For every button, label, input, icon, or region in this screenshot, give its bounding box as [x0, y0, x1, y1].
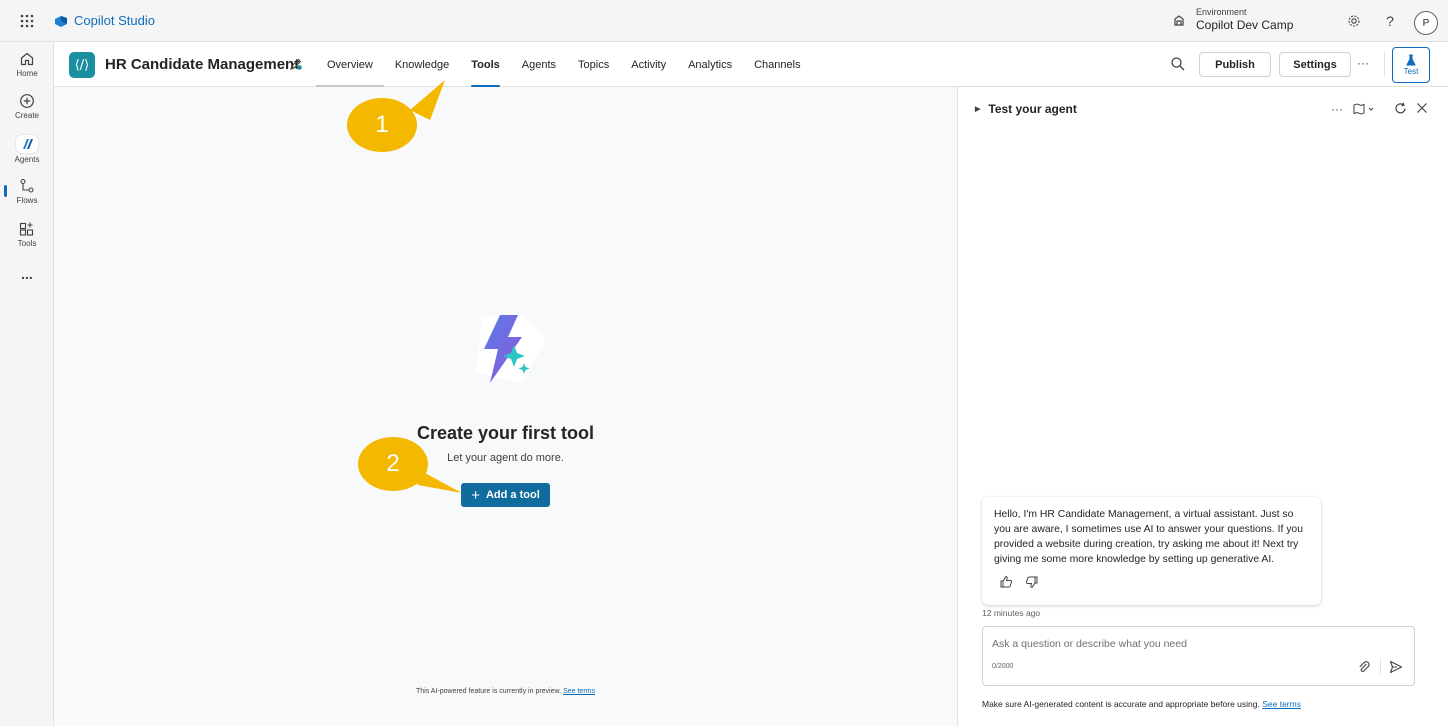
agent-tabs: Overview Knowledge Tools Agents Topics A… [316, 42, 812, 87]
search-icon[interactable] [1170, 56, 1186, 72]
settings-gear-icon[interactable] [1345, 12, 1363, 30]
callout-2: 2 [358, 437, 428, 491]
test-flask-icon [1406, 54, 1416, 66]
disclaimer-see-terms-link[interactable]: See terms [1262, 699, 1301, 709]
lightning-sparkle-icon [476, 315, 546, 383]
tab-analytics[interactable]: Analytics [677, 42, 743, 87]
more-options-button[interactable]: ··· [1357, 56, 1369, 70]
tab-overview[interactable]: Overview [316, 42, 384, 87]
help-icon[interactable]: ? [1381, 12, 1399, 30]
empty-state-subtitle: Let your agent do more. [447, 452, 564, 464]
app-launcher-icon[interactable] [0, 0, 54, 42]
rail-label-home: Home [16, 68, 38, 78]
test-agent-panel: ▶ Test your agent ··· Hello, I'm HR Cand… [957, 87, 1448, 726]
top-app-bar: Copilot Studio Environment Copilot Dev C… [0, 0, 1448, 42]
app-name: Copilot Studio [74, 13, 155, 28]
left-nav-rail: Home Create Agents Flows Tools ... [0, 42, 54, 726]
plus-circle-icon [20, 93, 34, 108]
composer-divider [1380, 659, 1381, 675]
publish-button[interactable]: Publish [1199, 52, 1271, 77]
avatar[interactable]: P [1414, 11, 1438, 35]
rail-item-home[interactable]: Home [0, 46, 54, 82]
expand-caret-icon: ▶ [975, 106, 981, 113]
refresh-icon[interactable] [1394, 102, 1407, 115]
rail-item-agents[interactable]: Agents [0, 131, 54, 167]
tab-agents[interactable]: Agents [511, 42, 567, 87]
agent-header: ⟨/⟩ HR Candidate Management Overview Kno… [54, 42, 1448, 87]
rail-label-tools: Tools [17, 238, 37, 248]
preview-note: This AI-powered feature is currently in … [54, 688, 957, 695]
ai-disclaimer: Make sure AI-generated content is accura… [982, 699, 1301, 709]
rail-label-create: Create [14, 110, 39, 120]
home-icon [20, 52, 34, 65]
preview-note-text: This AI-powered feature is currently in … [416, 688, 562, 695]
rail-item-tools[interactable]: Tools [0, 216, 54, 252]
environment-label: Environment [1196, 7, 1247, 17]
close-icon[interactable] [1416, 102, 1428, 114]
rail-more-button[interactable]: ... [0, 256, 54, 292]
plus-icon: + [471, 486, 480, 504]
rail-item-create[interactable]: Create [0, 88, 54, 124]
edit-agent-icon[interactable] [289, 57, 303, 71]
assistant-message-text: Hello, I'm HR Candidate Management, a vi… [994, 509, 1303, 565]
tools-main-panel: Create your first tool Let your agent do… [54, 87, 957, 726]
header-divider [1384, 52, 1385, 76]
char-count: 0/2000 [992, 663, 1014, 670]
assistant-message: Hello, I'm HR Candidate Management, a vi… [982, 497, 1321, 605]
agent-avatar-icon: ⟨/⟩ [69, 52, 95, 78]
rail-item-flows[interactable]: Flows [0, 173, 54, 209]
test-panel-title: Test your agent [988, 102, 1077, 116]
rail-label-agents: Agents [14, 154, 40, 164]
message-timestamp: 12 minutes ago [982, 608, 1041, 618]
copilot-studio-logo-icon [55, 15, 67, 27]
environment-icon [1174, 14, 1184, 26]
chat-composer: 0/2000 [982, 626, 1415, 686]
rail-label-flows: Flows [16, 195, 38, 205]
settings-button[interactable]: Settings [1279, 52, 1351, 77]
preview-see-terms-link[interactable]: See terms [563, 688, 595, 695]
add-a-tool-button[interactable]: + Add a tool [461, 483, 550, 507]
agents-icon [23, 138, 33, 149]
empty-state-title: Create your first tool [416, 423, 595, 443]
tab-activity[interactable]: Activity [620, 42, 677, 87]
tab-topics[interactable]: Topics [567, 42, 620, 87]
chat-input[interactable] [992, 636, 1372, 652]
tools-icon [19, 222, 34, 236]
send-icon[interactable] [1389, 660, 1403, 674]
environment-picker[interactable]: Environment Copilot Dev Camp [1172, 7, 1293, 32]
environment-name: Copilot Dev Camp [1196, 18, 1294, 32]
tab-tools[interactable]: Tools [460, 42, 511, 87]
flows-icon [20, 178, 34, 193]
tab-channels[interactable]: Channels [743, 42, 811, 87]
test-button-label: Test [1403, 67, 1419, 76]
disclaimer-text: Make sure AI-generated content is accura… [982, 699, 1260, 709]
brand[interactable]: Copilot Studio [54, 13, 155, 28]
callout-1: 1 [347, 98, 417, 152]
thumbs-down-icon[interactable] [1025, 575, 1039, 589]
add-a-tool-label: Add a tool [485, 489, 540, 501]
test-button[interactable]: Test [1392, 47, 1430, 83]
map-icon[interactable] [1353, 103, 1375, 115]
thumbs-up-icon[interactable] [999, 575, 1013, 589]
test-panel-header[interactable]: ▶ Test your agent [975, 102, 1077, 116]
attach-icon[interactable] [1357, 660, 1371, 674]
test-more-icon[interactable]: ··· [1331, 102, 1343, 116]
agent-name: HR Candidate Management [105, 56, 300, 73]
